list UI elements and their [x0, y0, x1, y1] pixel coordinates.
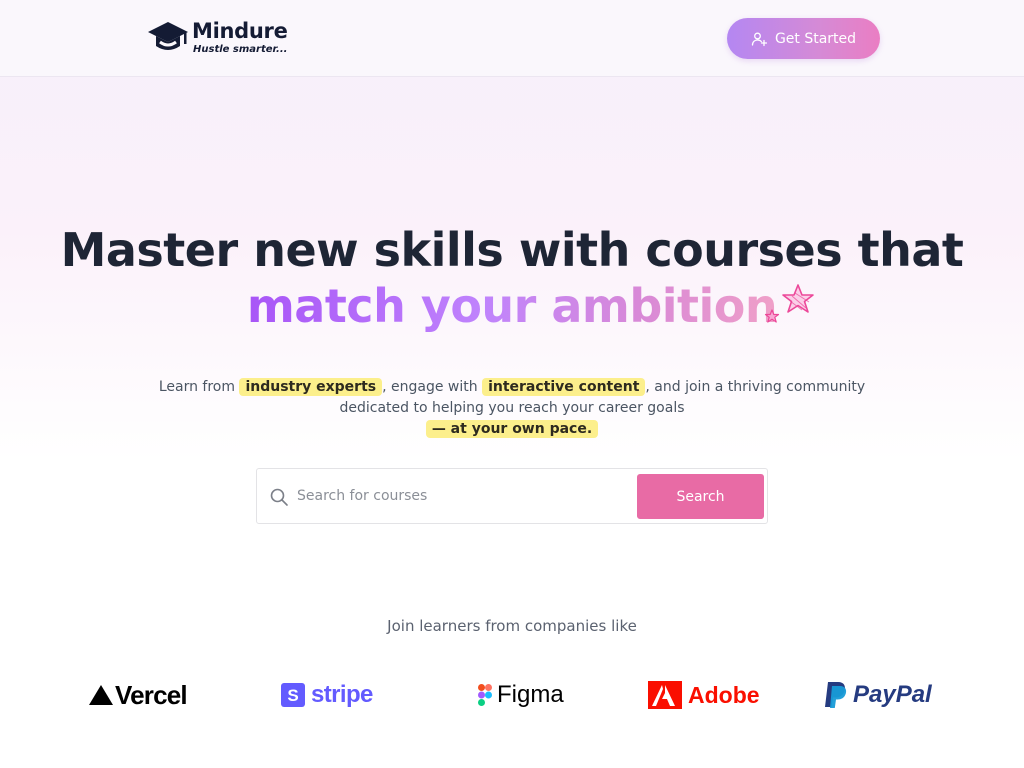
company-logo-vercel: Vercel [88, 676, 188, 714]
search-input[interactable] [297, 479, 627, 513]
company-logo-paypal: PayPal [823, 676, 932, 714]
paypal-icon [825, 682, 847, 708]
brand-logo[interactable]: Mindure Hustle smarter... [146, 18, 288, 58]
highlight-own-pace: — at your own pace. [425, 420, 599, 438]
hero-headline-gradient: match your ambition [246, 279, 778, 333]
vercel-triangle-icon [89, 685, 113, 705]
stripe-s-icon: S [281, 683, 305, 707]
svg-text:S: S [287, 686, 298, 705]
adobe-icon [648, 681, 682, 709]
top-navbar: Mindure Hustle smarter... Get Started [0, 0, 1024, 77]
figma-icon [478, 684, 492, 706]
sparkle-stars-icon [764, 284, 814, 323]
hero-description: Learn from industry experts, engage with… [158, 378, 866, 438]
company-logo-figma: Figma [478, 676, 564, 714]
graduation-cap-icon [148, 22, 188, 50]
highlight-interactive-content: interactive content [482, 378, 646, 396]
companies-heading: Join learners from companies like [387, 617, 637, 635]
get-started-label: Get Started [774, 30, 857, 47]
brand-tagline: Hustle smarter... [193, 44, 288, 55]
search-icon [270, 488, 288, 506]
course-search-bar: Search [256, 468, 768, 524]
brand-name: Mindure [192, 19, 288, 43]
search-button[interactable]: Search [637, 474, 764, 519]
hero-headline-accent: match your ambition [0, 278, 1024, 334]
highlight-industry-experts: industry experts [239, 378, 383, 396]
user-plus-icon [751, 32, 767, 46]
company-logo-stripe: S stripe [281, 676, 373, 714]
get-started-button[interactable]: Get Started [727, 18, 880, 59]
paypal-wordmark: PayPal [853, 681, 932, 708]
hero-headline: Master new skills with courses that [60, 223, 964, 277]
company-logo-adobe: Adobe [648, 676, 760, 714]
